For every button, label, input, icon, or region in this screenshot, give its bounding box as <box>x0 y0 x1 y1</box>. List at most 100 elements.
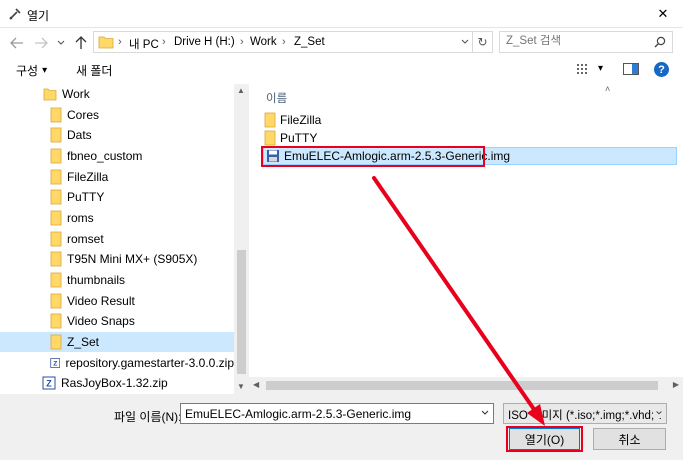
navigation-pane[interactable]: Work Cores Dats fbneo_custom FileZilla P… <box>0 84 234 394</box>
cancel-button[interactable]: 취소 <box>593 428 666 450</box>
tree-item-label: T95N Mini MX+ (S905X) <box>67 252 198 266</box>
organize-button[interactable]: 구성 ▾ <box>16 62 47 79</box>
open-button[interactable]: 열기(O) <box>509 428 580 450</box>
file-type-select[interactable]: ISO 이미지 (*.iso;*.img;*.vhd;*. <box>503 403 667 424</box>
tree-item-work[interactable]: Work <box>0 84 234 104</box>
navigation-scrollbar[interactable]: ▲ ▼ <box>234 84 249 394</box>
tree-item-romset[interactable]: romset <box>0 229 234 249</box>
close-button[interactable]: ✕ <box>643 0 683 28</box>
file-item-filezilla[interactable]: FileZilla <box>264 111 321 129</box>
tree-item-label: repository.gamestarter-3.0.0.zip <box>65 356 234 370</box>
scrollbar-thumb[interactable] <box>237 250 246 374</box>
filename-label: 파일 이름(N): <box>114 410 182 424</box>
back-button[interactable] <box>8 34 26 52</box>
disk-image-icon <box>267 150 279 162</box>
refresh-icon: ↻ <box>477 35 488 49</box>
help-glyph: ? <box>658 63 665 76</box>
tree-item-filezilla[interactable]: FileZilla <box>0 167 234 187</box>
zip-icon: Z <box>50 358 61 368</box>
folder-icon <box>50 334 62 350</box>
scroll-down-icon[interactable]: ▼ <box>237 382 245 391</box>
help-icon: ? <box>654 62 669 77</box>
tree-item-label: fbneo_custom <box>67 149 143 163</box>
scroll-right-icon[interactable]: ▶ <box>673 380 679 389</box>
search-box[interactable] <box>499 31 673 53</box>
view-options-button[interactable] <box>577 63 591 78</box>
new-folder-button[interactable]: 새 폴더 <box>76 62 112 79</box>
recent-locations-button[interactable] <box>55 34 67 52</box>
folder-icon <box>43 88 57 101</box>
window-title: 열기 <box>27 9 50 23</box>
new-folder-label: 새 폴더 <box>76 64 113 78</box>
breadcrumb-work[interactable]: Work <box>250 36 277 48</box>
file-item-label: PuTTY <box>280 131 318 145</box>
tree-item-video-result[interactable]: Video Result <box>0 291 234 311</box>
forward-button[interactable] <box>32 34 50 52</box>
folder-icon <box>50 293 62 309</box>
command-bar: 구성 ▾ 새 폴더 ▾ ? <box>0 58 683 84</box>
app-icon <box>9 8 21 20</box>
view-list-icon <box>577 64 587 74</box>
forward-arrow-icon <box>35 37 48 49</box>
folder-icon <box>264 112 276 128</box>
organize-label: 구성 <box>16 64 39 78</box>
file-item-putty[interactable]: PuTTY <box>264 129 317 147</box>
scroll-up-icon[interactable]: ▲ <box>237 86 245 95</box>
chevron-down-icon <box>653 408 663 418</box>
tree-item-thumbnails[interactable]: thumbnails <box>0 270 234 290</box>
breadcrumb-drive-h[interactable]: Drive H (H:) <box>174 36 235 48</box>
up-button[interactable] <box>72 34 90 52</box>
preview-pane-icon <box>623 63 639 75</box>
breadcrumb-z-set[interactable]: Z_Set <box>294 36 325 48</box>
folder-icon <box>50 251 62 267</box>
address-bar[interactable]: › 내 PC › Drive H (H:) › Work › Z_Set <box>93 31 473 53</box>
tree-item-t95n[interactable]: T95N Mini MX+ (S905X) <box>0 249 234 269</box>
tree-item-rasjoybox-zip[interactable]: Z RasJoyBox-1.32.zip <box>0 373 234 393</box>
file-item-label: EmuELEC-Amlogic.arm-2.5.3-Generic.img <box>284 149 511 163</box>
tree-item-label: Z_Set <box>67 335 100 349</box>
refresh-button[interactable]: ↻ <box>473 31 493 53</box>
filename-input[interactable] <box>185 407 475 421</box>
file-list[interactable]: 이름 ˄ FileZilla PuTTY EmuELEC-Amlogic.arm… <box>249 84 683 394</box>
scroll-left-icon[interactable]: ◀ <box>253 380 259 389</box>
file-item-emuelec-img[interactable]: EmuELEC-Amlogic.arm-2.5.3-Generic.img <box>263 147 677 165</box>
tree-item-label: thumbnails <box>67 273 126 287</box>
file-list-horizontal-scrollbar[interactable]: ◀ ▶ <box>249 377 683 394</box>
folder-icon <box>98 36 114 49</box>
filename-combobox[interactable] <box>180 403 494 424</box>
address-dropdown-icon[interactable] <box>460 37 470 47</box>
help-button[interactable]: ? <box>654 62 669 77</box>
column-header-name[interactable]: 이름 <box>266 90 287 106</box>
tree-item-label: PuTTY <box>67 190 105 204</box>
breadcrumb-separator: › <box>118 36 122 48</box>
tree-item-roms[interactable]: roms <box>0 208 234 228</box>
scrollbar-thumb[interactable] <box>266 381 658 390</box>
tree-item-fbneo-custom[interactable]: fbneo_custom <box>0 146 234 166</box>
tree-item-cores[interactable]: Cores <box>0 105 234 125</box>
tree-item-label: FileZilla <box>67 170 109 184</box>
chevron-down-icon <box>57 40 65 45</box>
tree-item-label: Video Result <box>67 294 135 308</box>
svg-text:Z: Z <box>46 379 52 389</box>
search-input[interactable] <box>506 35 646 47</box>
tree-item-video-snaps[interactable]: Video Snaps <box>0 311 234 331</box>
up-arrow-icon <box>75 36 87 49</box>
tree-item-putty[interactable]: PuTTY <box>0 187 234 207</box>
tree-item-repository-zip[interactable]: Z repository.gamestarter-3.0.0.zip <box>0 353 234 373</box>
tree-item-z-set[interactable]: Z_Set <box>0 332 234 352</box>
chevron-down-icon: ▾ <box>42 65 48 76</box>
chevron-down-icon[interactable] <box>480 408 490 418</box>
tree-item-label: roms <box>67 211 94 225</box>
back-arrow-icon <box>10 37 23 49</box>
svg-text:Z: Z <box>53 361 57 368</box>
folder-icon <box>50 169 62 185</box>
tree-item-label: Work <box>62 87 90 101</box>
folder-icon <box>50 189 62 205</box>
folder-icon <box>50 272 62 288</box>
folder-icon <box>50 313 62 329</box>
chevron-down-icon[interactable]: ▾ <box>598 63 603 74</box>
preview-pane-button[interactable] <box>623 63 639 78</box>
tree-item-dats[interactable]: Dats <box>0 125 234 145</box>
tree-item-label: Video Snaps <box>67 314 135 328</box>
breadcrumb-this-pc[interactable]: 내 PC <box>129 36 159 52</box>
